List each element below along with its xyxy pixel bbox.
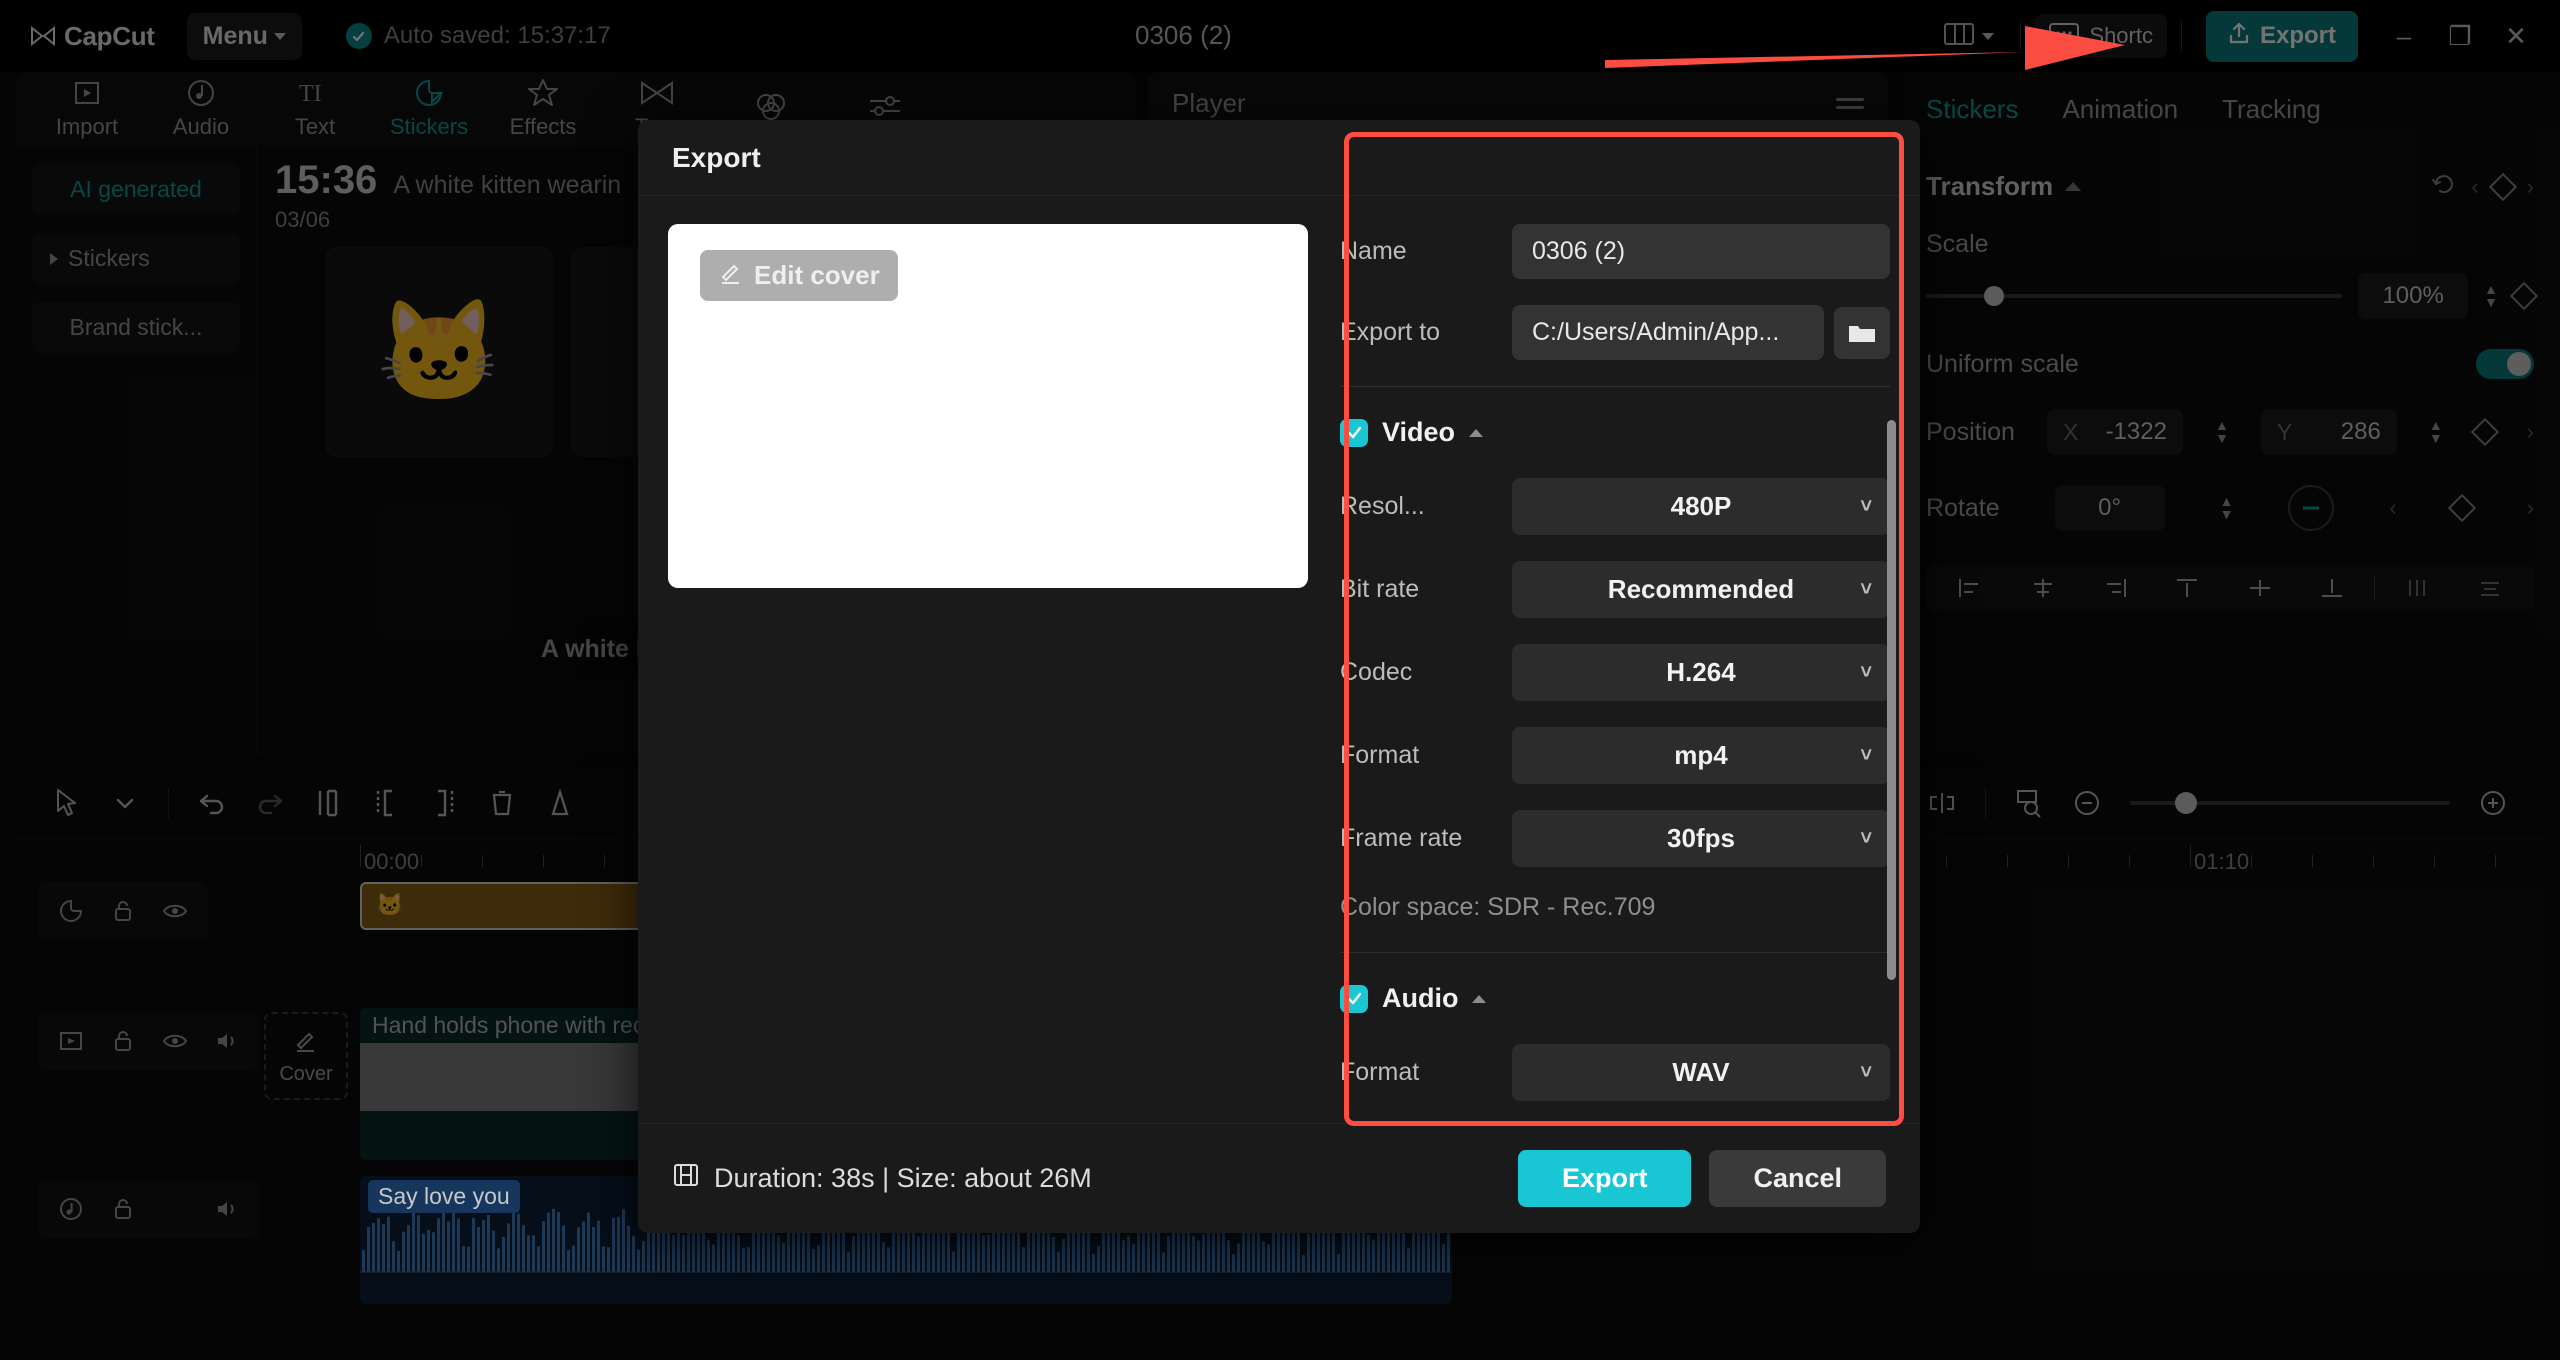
audio-section-label: Audio: [1382, 983, 1458, 1014]
bitrate-dropdown[interactable]: Recommended ˅: [1512, 561, 1890, 618]
chevron-down-icon: ˅: [1860, 578, 1872, 601]
name-row: Name 0306 (2): [1340, 224, 1890, 279]
edit-pencil-icon: [718, 259, 744, 292]
film-icon: [672, 1161, 700, 1196]
bitrate-row: Bit rate Recommended ˅: [1340, 561, 1890, 618]
framerate-label: Frame rate: [1340, 824, 1512, 853]
audio-format-value: WAV: [1672, 1057, 1729, 1088]
audio-format-row: Format WAV ˅: [1340, 1044, 1890, 1101]
export-dialog: Export Edit cover Name 0306 (2) Export t…: [638, 120, 1920, 1233]
resolution-row: Resol... 480P ˅: [1340, 478, 1890, 535]
chevron-down-icon: ˅: [1860, 1061, 1872, 1084]
cover-preview: Edit cover: [668, 224, 1308, 588]
cover-preview-section: Edit cover: [668, 224, 1308, 1123]
video-format-dropdown[interactable]: mp4 ˅: [1512, 727, 1890, 784]
framerate-value: 30fps: [1667, 823, 1735, 854]
color-space-info: Color space: SDR - Rec.709: [1340, 893, 1890, 922]
chevron-down-icon: ˅: [1860, 495, 1872, 518]
video-checkbox[interactable]: [1340, 419, 1368, 447]
chevron-down-icon: ˅: [1860, 827, 1872, 850]
audio-checkbox[interactable]: [1340, 985, 1368, 1013]
resolution-label: Resol...: [1340, 492, 1512, 521]
name-label: Name: [1340, 237, 1512, 266]
export-dialog-body: Edit cover Name 0306 (2) Export to C:/Us…: [638, 196, 1920, 1123]
footer-buttons: Export Cancel: [1518, 1150, 1886, 1207]
export-to-label: Export to: [1340, 318, 1512, 347]
capcut-window: CapCut Menu Auto saved: 15:37:17 0306 (2…: [0, 0, 2560, 1360]
export-dialog-title: Export: [638, 120, 1920, 196]
video-format-label: Format: [1340, 741, 1512, 770]
settings-scrollbar[interactable]: [1887, 420, 1896, 980]
clip-label: Say love you: [368, 1180, 520, 1213]
edit-cover-button[interactable]: Edit cover: [700, 250, 898, 301]
divider: [1340, 952, 1890, 953]
divider: [1340, 386, 1890, 387]
codec-value: H.264: [1666, 657, 1735, 688]
export-info: Duration: 38s | Size: about 26M: [672, 1161, 1092, 1196]
video-section-label: Video: [1382, 417, 1455, 448]
codec-label: Codec: [1340, 658, 1512, 687]
duration-size-label: Duration: 38s | Size: about 26M: [714, 1163, 1092, 1194]
bitrate-label: Bit rate: [1340, 575, 1512, 604]
video-format-row: Format mp4 ˅: [1340, 727, 1890, 784]
edit-cover-label: Edit cover: [754, 260, 880, 291]
export-settings-section: Name 0306 (2) Export to C:/Users/Admin/A…: [1340, 224, 1890, 1123]
folder-icon[interactable]: [1834, 307, 1890, 359]
caret-up-icon: [1472, 995, 1486, 1003]
cancel-button[interactable]: Cancel: [1709, 1150, 1886, 1207]
export-dialog-footer: Duration: 38s | Size: about 26M Export C…: [638, 1123, 1920, 1233]
codec-row: Codec H.264 ˅: [1340, 644, 1890, 701]
bitrate-value: Recommended: [1608, 574, 1794, 605]
audio-section-header[interactable]: Audio: [1340, 983, 1890, 1014]
framerate-dropdown[interactable]: 30fps ˅: [1512, 810, 1890, 867]
export-confirm-button[interactable]: Export: [1518, 1150, 1692, 1207]
video-section-header[interactable]: Video: [1340, 417, 1890, 448]
video-format-value: mp4: [1674, 740, 1727, 771]
framerate-row: Frame rate 30fps ˅: [1340, 810, 1890, 867]
resolution-dropdown[interactable]: 480P ˅: [1512, 478, 1890, 535]
codec-dropdown[interactable]: H.264 ˅: [1512, 644, 1890, 701]
chevron-down-icon: ˅: [1860, 744, 1872, 767]
export-path-input[interactable]: C:/Users/Admin/App...: [1512, 305, 1824, 360]
export-to-row: Export to C:/Users/Admin/App...: [1340, 305, 1890, 360]
audio-format-dropdown[interactable]: WAV ˅: [1512, 1044, 1890, 1101]
chevron-down-icon: ˅: [1860, 661, 1872, 684]
audio-format-label: Format: [1340, 1058, 1512, 1087]
caret-up-icon: [1469, 429, 1483, 437]
resolution-value: 480P: [1671, 491, 1732, 522]
name-input[interactable]: 0306 (2): [1512, 224, 1890, 279]
